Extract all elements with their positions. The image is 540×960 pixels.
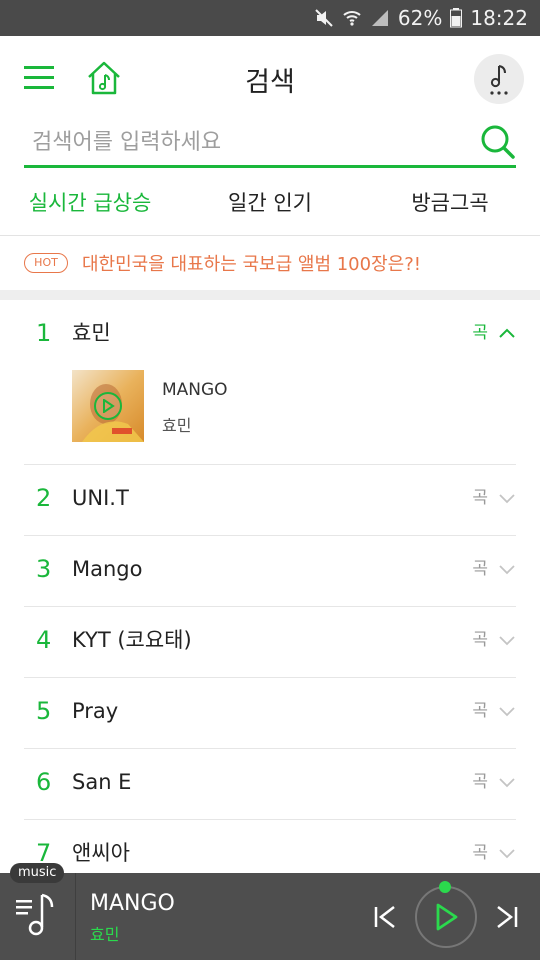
chart-row[interactable]: 1 효민 곡 MANGO 효민 (24, 300, 516, 465)
clock: 18:22 (470, 6, 528, 30)
chevron-down-icon[interactable] (498, 844, 516, 862)
artist-name: UNI.T (72, 486, 129, 510)
hot-banner[interactable]: HOT 대한민국을 대표하는 국보급 앨범 100장은?! (0, 236, 540, 290)
play-icon (436, 903, 458, 931)
chevron-up-icon[interactable] (498, 324, 516, 342)
hot-banner-text: 대한민국을 대표하는 국보급 앨범 100장은?! (82, 254, 421, 275)
player-song-title: MANGO (90, 891, 175, 916)
type-label: 곡 (472, 559, 488, 579)
song-card[interactable]: MANGO 효민 (72, 370, 472, 442)
mute-icon (314, 8, 334, 28)
song-title: MANGO (162, 380, 228, 400)
album-art[interactable] (72, 370, 144, 442)
playlist-icon (16, 893, 54, 936)
music-badge: music (10, 863, 65, 883)
type-label: 곡 (472, 772, 488, 792)
tab-that-song[interactable]: 방금그곡 (360, 172, 540, 234)
play-button[interactable] (415, 886, 477, 948)
search-button[interactable] (478, 122, 516, 162)
chart-tabs: 실시간 급상승 일간 인기 방금그곡 (0, 172, 540, 234)
artist-name: San E (72, 770, 132, 794)
chevron-down-icon[interactable] (498, 773, 516, 791)
chevron-down-icon[interactable] (498, 560, 516, 578)
chart-row[interactable]: 6 San E 곡 (24, 749, 516, 820)
artist-name: Pray (72, 699, 119, 723)
tab-daily-popular[interactable]: 일간 인기 (180, 172, 360, 234)
progress-dot (439, 881, 451, 893)
rank-number: 1 (36, 319, 52, 347)
battery-icon (450, 8, 463, 28)
rank-number: 5 (36, 697, 52, 725)
tab-realtime-rising[interactable]: 실시간 급상승 (0, 172, 180, 234)
player-bar: music MANGO 효민 (0, 863, 540, 960)
chevron-down-icon[interactable] (498, 702, 516, 720)
rank-number: 4 (36, 626, 52, 654)
search-box (24, 120, 516, 168)
previous-button[interactable] (372, 903, 400, 931)
playlist-button[interactable] (0, 873, 76, 960)
chevron-down-icon[interactable] (498, 631, 516, 649)
music-note-icon (490, 65, 508, 95)
next-button[interactable] (492, 903, 520, 931)
signal-icon (370, 8, 390, 28)
page-title: 검색 (245, 67, 295, 98)
chart-list: 1 효민 곡 MANGO 효민 2 UNI.T 곡 3 Mango 곡 4 KY… (24, 300, 516, 891)
type-label: 곡 (472, 701, 488, 721)
header: 검색 (0, 36, 540, 120)
chart-row[interactable]: 4 KYT (코요태) 곡 (24, 607, 516, 678)
type-label: 곡 (472, 323, 488, 343)
type-label: 곡 (472, 630, 488, 650)
hot-badge: HOT (24, 253, 68, 273)
artist-name: KYT (코요태) (72, 628, 192, 652)
search-input[interactable] (32, 122, 462, 162)
skip-next-icon (497, 906, 518, 928)
battery-percent: 62% (397, 6, 443, 30)
section-gap (0, 290, 540, 300)
chart-row[interactable]: 3 Mango 곡 (24, 536, 516, 607)
rank-number: 3 (36, 555, 52, 583)
rank-number: 6 (36, 768, 52, 796)
chevron-down-icon[interactable] (498, 489, 516, 507)
status-bar: 62% 18:22 (0, 0, 540, 36)
song-artist: 효민 (162, 416, 192, 435)
artist-name: 효민 (72, 321, 111, 345)
search-icon (481, 125, 515, 159)
play-icon[interactable] (94, 392, 122, 420)
player-artist: 효민 (90, 925, 120, 944)
rank-number: 2 (36, 484, 52, 512)
skip-previous-icon (374, 906, 395, 928)
wifi-icon (342, 8, 362, 28)
chart-row[interactable]: 5 Pray 곡 (24, 678, 516, 749)
type-label: 곡 (472, 488, 488, 508)
artist-name: Mango (72, 557, 143, 581)
now-playing-button[interactable] (474, 54, 524, 104)
chart-row[interactable]: 2 UNI.T 곡 (24, 465, 516, 536)
